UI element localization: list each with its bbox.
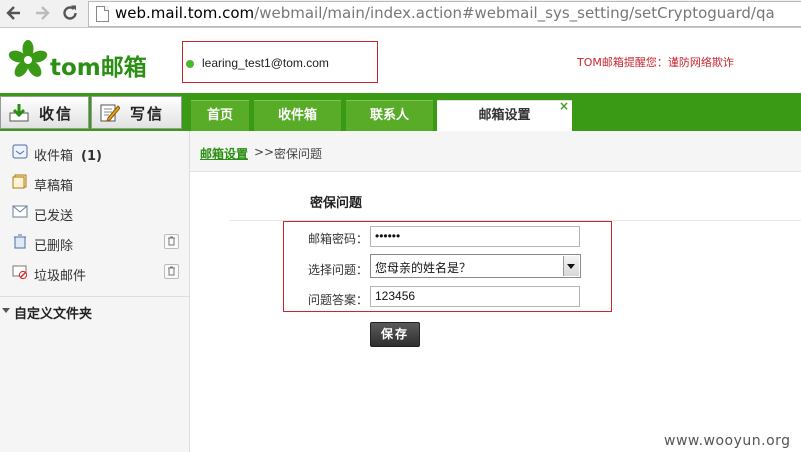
tab-home[interactable]: 首页 — [191, 100, 249, 132]
compose-label: 写信 — [130, 105, 165, 123]
logo-text: tom邮箱 — [50, 55, 147, 81]
sent-icon — [12, 205, 28, 218]
back-icon[interactable] — [4, 3, 24, 23]
sidebar-item-label: 垃圾邮件 — [34, 269, 87, 284]
sidebar: 收件箱 (1) 草稿箱 已发送 已删除 垃圾邮件 自定义文件夹 — [0, 131, 190, 452]
url-text: web.mail.tom.com/webmail/main/index.acti… — [115, 4, 775, 22]
answer-field[interactable]: 123456 — [370, 286, 580, 307]
compose-button[interactable]: 写信 — [91, 96, 182, 129]
user-info-box: learing_test1@tom.com — [182, 41, 378, 83]
custom-folders-label: 自定义文件夹 — [14, 307, 93, 322]
inbox-icon — [12, 144, 28, 159]
password-label: 邮箱密码： — [307, 232, 368, 246]
forward-icon[interactable] — [32, 3, 52, 23]
question-label: 选择问题： — [307, 263, 368, 277]
breadcrumb: 邮箱设置 >> 密保问题 — [190, 131, 801, 172]
page-icon — [96, 6, 109, 22]
compose-icon — [100, 104, 120, 122]
unread-count: (1) — [81, 149, 102, 164]
address-bar[interactable]: web.mail.tom.com/webmail/main/index.acti… — [88, 1, 801, 27]
sidebar-item-drafts[interactable]: 草稿箱 — [0, 169, 189, 199]
sidebar-item-spam[interactable]: 垃圾邮件 — [0, 259, 189, 289]
url-host: web.mail.tom.com — [115, 4, 255, 22]
sidebar-item-label: 草稿箱 — [34, 179, 74, 194]
tab-settings[interactable]: 邮箱设置 — [437, 100, 572, 132]
question-selected-value: 您母亲的姓名是？ — [375, 261, 472, 275]
question-select[interactable]: 您母亲的姓名是？ — [370, 254, 581, 278]
tab-contacts[interactable]: 联系人 — [346, 100, 433, 132]
tab-inbox[interactable]: 收件箱 — [254, 100, 341, 132]
sidebar-item-label: 已发送 — [34, 209, 74, 224]
tom-logo-icon — [8, 40, 48, 77]
drafts-icon — [12, 174, 27, 189]
sidebar-item-deleted[interactable]: 已删除 — [0, 229, 189, 259]
sidebar-item-label: 已删除 — [34, 239, 74, 254]
breadcrumb-current: 密保问题 — [274, 147, 323, 161]
deleted-icon — [14, 234, 26, 249]
save-button[interactable]: 保存 — [370, 322, 420, 347]
sidebar-item-label: 收件箱 (1) — [34, 149, 102, 164]
security-notice[interactable]: TOM邮箱提醒您：谨防网络欺诈 — [577, 54, 734, 70]
spam-icon — [12, 265, 28, 279]
password-field[interactable]: •••••• — [370, 226, 580, 247]
chevron-down-icon — [2, 308, 10, 313]
url-path: /webmail/main/index.action#webmail_sys_s… — [254, 4, 775, 22]
online-status-icon — [186, 60, 194, 68]
empty-spam-icon[interactable] — [164, 264, 179, 279]
custom-folders-toggle[interactable]: 自定义文件夹 — [0, 301, 189, 323]
breadcrumb-settings-link[interactable]: 邮箱设置 — [200, 145, 248, 162]
receive-button[interactable]: 收信 — [0, 96, 89, 129]
receive-label: 收信 — [39, 105, 74, 123]
download-icon — [9, 104, 29, 122]
page-title: 密保问题 — [310, 196, 363, 211]
empty-trash-icon[interactable] — [164, 234, 179, 249]
browser-toolbar: web.mail.tom.com/webmail/main/index.acti… — [0, 0, 801, 28]
app-header: tom邮箱 learing_test1@tom.com TOM邮箱提醒您：谨防网… — [0, 28, 801, 92]
breadcrumb-separator: >> — [254, 145, 275, 159]
sidebar-divider — [0, 296, 189, 297]
user-email: learing_test1@tom.com — [202, 56, 329, 70]
dropdown-arrow-icon[interactable] — [563, 256, 579, 276]
answer-label: 问题答案： — [307, 293, 368, 307]
reload-icon[interactable] — [60, 3, 80, 23]
watermark: www.wooyun.org — [664, 433, 791, 449]
sidebar-item-sent[interactable]: 已发送 — [0, 199, 189, 229]
tab-close-icon[interactable]: × — [559, 99, 569, 113]
nav-bar: 收信 写信 首页 收件箱 联系人 邮箱设置 — [0, 93, 801, 132]
sidebar-item-inbox[interactable]: 收件箱 (1) — [0, 139, 189, 169]
